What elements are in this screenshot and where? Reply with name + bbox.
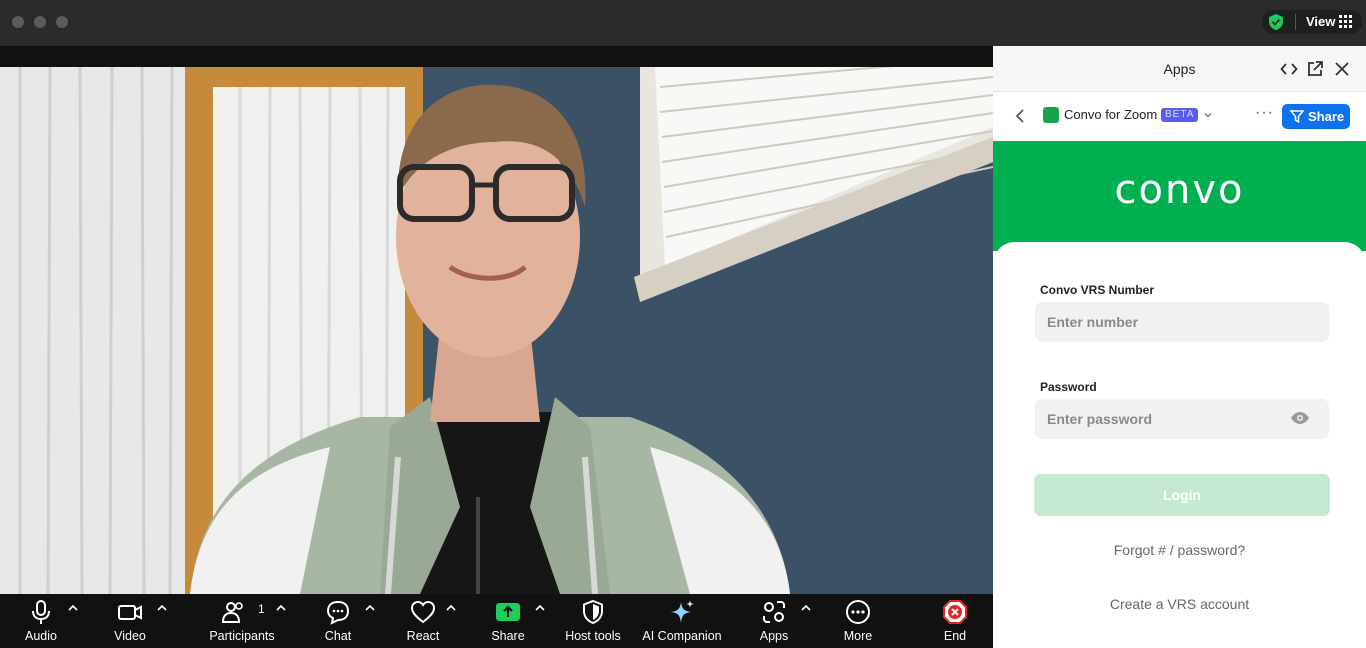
participants-icon xyxy=(221,602,243,623)
window-title-bar: View xyxy=(0,0,1366,46)
close-icon[interactable] xyxy=(1333,60,1351,78)
beta-badge: BETA xyxy=(1161,108,1199,122)
sparkle-icon xyxy=(671,600,694,623)
apps-label: Apps xyxy=(759,629,789,643)
video-area[interactable] xyxy=(0,46,993,594)
more-button[interactable]: More xyxy=(832,594,884,648)
password-input[interactable] xyxy=(1035,399,1329,439)
chat-options-chevron-icon[interactable] xyxy=(364,602,376,614)
video-button[interactable]: Video xyxy=(100,594,160,648)
end-icon xyxy=(943,600,967,624)
zoom-window-button[interactable] xyxy=(56,16,68,28)
more-options-icon[interactable]: ··· xyxy=(1255,104,1274,122)
chat-icon xyxy=(326,600,350,625)
apps-options-chevron-icon[interactable] xyxy=(800,602,812,614)
create-vrs-account-link[interactable]: Create a VRS account xyxy=(993,596,1366,612)
more-icon xyxy=(846,600,870,624)
chat-label: Chat xyxy=(324,629,352,643)
apps-panel-header: Apps xyxy=(993,46,1366,92)
grid-view-icon[interactable] xyxy=(1339,15,1352,28)
ai-companion-label: AI Companion xyxy=(642,629,722,643)
convo-brand-banner: convo xyxy=(993,141,1366,251)
app-header-bar: Convo for Zoom BETA ··· Share xyxy=(993,92,1366,141)
chevron-down-icon[interactable] xyxy=(1203,110,1213,120)
video-options-chevron-icon[interactable] xyxy=(156,602,168,614)
chat-button[interactable]: Chat xyxy=(312,594,364,648)
apps-icon xyxy=(763,601,785,623)
convo-app-logo-icon xyxy=(1043,107,1059,123)
participant-count: 1 xyxy=(258,602,265,616)
participant-video-feed xyxy=(0,67,993,594)
share-label: Share xyxy=(491,629,525,643)
title-separator xyxy=(1295,14,1296,30)
participants-label: Participants xyxy=(209,629,275,643)
show-password-eye-icon[interactable] xyxy=(1290,411,1310,425)
meeting-toolbar: Audio Video 1 Participants Chat React Sh… xyxy=(0,594,993,648)
ai-companion-button[interactable]: AI Companion xyxy=(638,594,726,648)
pop-out-icon[interactable] xyxy=(1306,60,1324,78)
react-button[interactable]: React xyxy=(396,594,450,648)
share-options-chevron-icon[interactable] xyxy=(534,602,546,614)
back-chevron-icon[interactable] xyxy=(1013,108,1027,124)
audio-label: Audio xyxy=(25,629,57,643)
login-button[interactable]: Login xyxy=(1034,474,1330,516)
video-top-strip xyxy=(0,46,993,67)
participants-options-chevron-icon[interactable] xyxy=(275,602,287,614)
microphone-icon xyxy=(32,600,50,624)
end-label: End xyxy=(943,629,967,643)
apps-side-panel: Apps Convo for Zoom BETA ··· Share convo… xyxy=(993,46,1366,648)
share-app-label: Share xyxy=(1308,109,1345,124)
shield-icon xyxy=(583,599,603,625)
audio-options-chevron-icon[interactable] xyxy=(67,602,79,614)
vrs-number-label: Convo VRS Number xyxy=(1040,283,1155,297)
more-label: More xyxy=(843,629,873,643)
host-tools-button[interactable]: Host tools xyxy=(558,594,628,648)
heart-icon xyxy=(410,600,436,624)
forgot-password-link[interactable]: Forgot # / password? xyxy=(993,542,1366,558)
host-tools-label: Host tools xyxy=(565,629,621,643)
vrs-number-input[interactable] xyxy=(1035,302,1329,342)
share-screen-icon xyxy=(496,603,520,621)
end-meeting-button[interactable]: End xyxy=(930,594,980,648)
filter-share-icon xyxy=(1290,110,1304,123)
react-label: React xyxy=(406,629,440,643)
password-label: Password xyxy=(1040,380,1097,394)
share-app-button[interactable]: Share xyxy=(1282,104,1350,129)
participants-button[interactable]: 1 Participants xyxy=(202,594,282,648)
code-embed-icon[interactable] xyxy=(1280,60,1298,78)
audio-button[interactable]: Audio xyxy=(10,594,72,648)
share-screen-button[interactable]: Share xyxy=(482,594,534,648)
video-camera-icon xyxy=(118,605,142,620)
security-shield-icon[interactable] xyxy=(1267,13,1285,31)
convo-wordmark: convo xyxy=(1114,167,1245,213)
react-options-chevron-icon[interactable] xyxy=(445,602,457,614)
close-window-button[interactable] xyxy=(12,16,24,28)
apps-button[interactable]: Apps xyxy=(748,594,800,648)
minimize-window-button[interactable] xyxy=(34,16,46,28)
view-button-label[interactable]: View xyxy=(1306,14,1335,29)
app-name[interactable]: Convo for Zoom xyxy=(1064,107,1157,122)
video-label: Video xyxy=(114,629,146,643)
